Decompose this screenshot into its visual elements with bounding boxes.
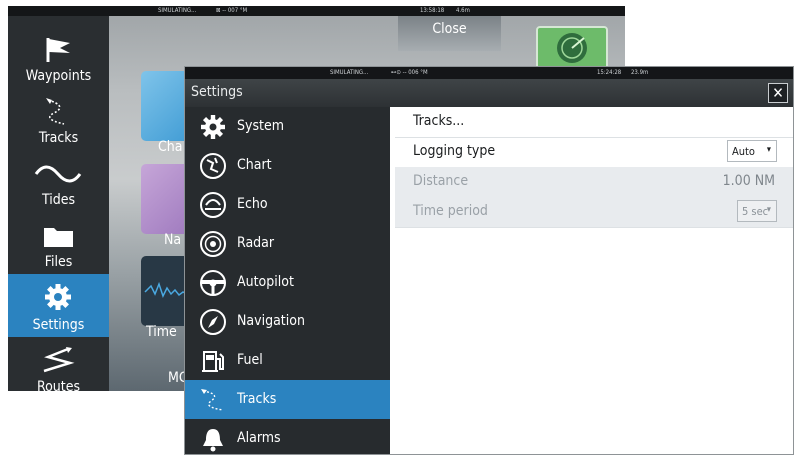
close-label: Close [432, 21, 467, 37]
menu-item-navigation[interactable]: Navigation [185, 302, 390, 341]
heading-readout: ⊷⊙ -- 006 °M [391, 69, 428, 76]
menu-item-tracks[interactable]: Tracks [185, 380, 390, 419]
menu-item-label: Echo [237, 196, 268, 212]
sidebar-item-files[interactable]: Files [8, 212, 109, 274]
settings-window: SIMULATING... ⊷⊙ -- 006 °M 15:24:28 23.9… [184, 66, 794, 455]
time-period-row: Time period 5 sec ▾ [395, 197, 793, 228]
status-bar: SIMULATING... ⊷⊙ -- 006 °M 15:24:28 23.9… [185, 67, 793, 79]
sidebar-item-label: Files [44, 254, 73, 270]
tracks-settings-panel: Tracks... Logging type Auto ▾ Distance 1… [390, 107, 793, 454]
menu-item-label: Tracks [237, 391, 277, 407]
menu-item-echo[interactable]: Echo [185, 185, 390, 224]
track-icon [201, 389, 224, 411]
depth-readout: 4.6m [456, 7, 470, 14]
menu-item-alarms[interactable]: Alarms [185, 419, 390, 454]
close-button[interactable]: Close [398, 16, 501, 51]
route-icon [43, 347, 75, 373]
menu-item-label: Chart [237, 157, 272, 173]
menu-item-label: Alarms [237, 430, 281, 446]
menu-item-autopilot[interactable]: Autopilot [185, 263, 390, 302]
sidebar-item-label: Settings [32, 317, 85, 333]
distance-label: Distance [413, 173, 469, 189]
sidebar-item-tracks[interactable]: Tracks [8, 88, 109, 150]
menu-item-chart[interactable]: Chart [185, 146, 390, 185]
dropdown-arrow-icon: ▾ [766, 145, 771, 155]
navigation-tile-label: Na [164, 232, 182, 248]
tide-wave-icon [34, 165, 82, 183]
logging-type-value: Auto [732, 145, 755, 158]
bell-icon [203, 429, 223, 452]
menu-item-label: Navigation [237, 313, 305, 329]
distance-row: Distance 1.00 NM [395, 167, 793, 198]
sidebar-item-tides[interactable]: Tides [8, 150, 109, 212]
sidebar-item-routes[interactable]: Routes [8, 337, 109, 391]
track-icon [46, 98, 65, 125]
sidebar-item-label: Waypoints [25, 68, 92, 84]
menu-item-label: Autopilot [237, 274, 294, 290]
folder-icon [44, 228, 73, 247]
time-period-label: Time period [413, 203, 488, 219]
gear-icon [45, 284, 71, 310]
title-bar: Settings ✕ [185, 79, 793, 107]
menu-item-label: Fuel [237, 352, 263, 368]
home-sidebar: Waypoints Tracks Tides Files Settings Ro… [8, 16, 109, 391]
distance-value: 1.00 NM [722, 173, 775, 189]
menu-item-system[interactable]: System [185, 107, 390, 146]
dropdown-arrow-icon: ▾ [766, 205, 771, 215]
logging-type-label: Logging type [413, 143, 496, 159]
window-title: Settings [191, 84, 243, 100]
chart-icon [200, 153, 226, 179]
radar-icon [557, 33, 587, 63]
sidebar-item-label: Tracks [38, 130, 79, 146]
flag-icon [46, 38, 70, 62]
status-bar: SIMULATING... ⊠ -- 007 °M 13:58:18 4.6m [8, 6, 625, 16]
clock-readout: 15:24:28 [597, 69, 622, 76]
time-tile-label: Time [146, 324, 177, 340]
sidebar-item-label: Tides [41, 192, 76, 208]
radar-icon [200, 231, 226, 257]
menu-item-fuel[interactable]: Fuel [185, 341, 390, 380]
logging-type-dropdown[interactable]: Auto ▾ [727, 140, 777, 162]
sidebar-item-label: Routes [36, 379, 81, 391]
clock-readout: 13:58:18 [420, 7, 445, 14]
menu-item-radar[interactable]: Radar [185, 224, 390, 263]
radar-tile[interactable] [536, 26, 608, 70]
settings-menu: System Chart Echo Radar Autopilot Naviga… [185, 107, 390, 454]
sidebar-item-settings[interactable]: Settings [8, 274, 109, 337]
menu-item-label: Radar [237, 235, 275, 251]
tracks-link-label: Tracks... [413, 113, 465, 129]
simulating-indicator: SIMULATING... [330, 69, 369, 76]
menu-item-label: System [237, 118, 284, 134]
fuel-pump-icon [202, 351, 224, 372]
depth-readout: 23.9m [631, 69, 649, 76]
compass-icon [200, 309, 226, 335]
time-period-value: 5 sec [742, 205, 769, 218]
gear-icon [201, 115, 225, 139]
time-period-dropdown: 5 sec ▾ [737, 200, 777, 222]
close-icon[interactable]: ✕ [768, 83, 788, 103]
heading-readout: ⊠ -- 007 °M [216, 7, 248, 14]
chart-tile-label: Cha [158, 139, 183, 155]
logging-type-row: Logging type Auto ▾ [395, 137, 793, 168]
steering-wheel-icon [200, 270, 226, 296]
simulating-indicator: SIMULATING... [158, 7, 197, 14]
sidebar-item-waypoints[interactable]: Waypoints [8, 26, 109, 88]
echo-icon [200, 192, 226, 218]
tracks-list-link[interactable]: Tracks... [395, 107, 793, 138]
